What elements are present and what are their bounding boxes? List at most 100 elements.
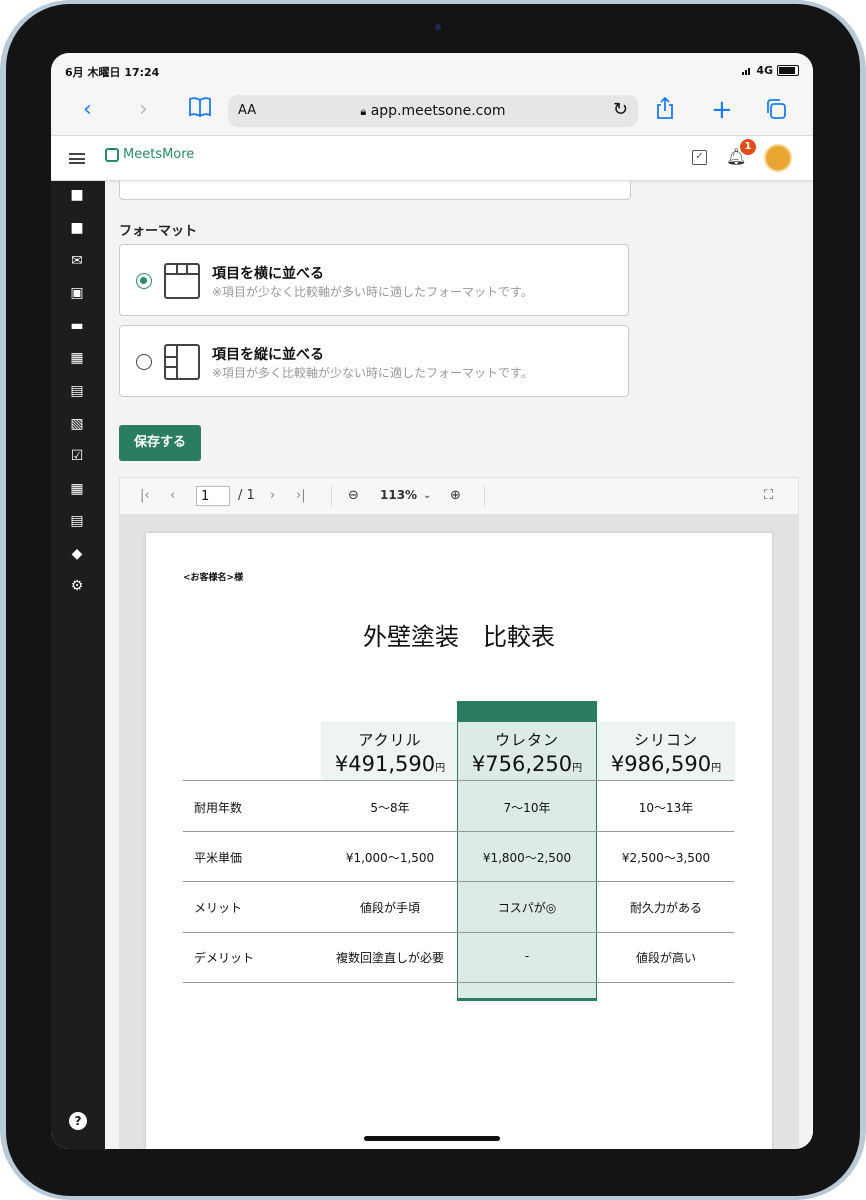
option-title: 項目を横に並べる xyxy=(212,266,324,282)
row-label: 平米単価 xyxy=(194,851,243,865)
page-input[interactable]: 1 xyxy=(196,486,230,506)
app-logo[interactable]: MeetsMore xyxy=(105,147,194,162)
lock-icon: 🔒︎ xyxy=(360,105,367,118)
truck-icon[interactable]: ▬ xyxy=(68,318,86,334)
screen: 6月 木曜日 17:24 4G ‹ › AA 🔒︎ app.meetsone.c… xyxy=(51,53,813,1149)
bookmarks-icon[interactable] xyxy=(188,96,212,125)
row-label: メリット xyxy=(194,901,243,915)
browser-toolbar: ‹ › AA 🔒︎ app.meetsone.com ↻ + xyxy=(51,87,813,136)
zoom-in-icon[interactable]: ⊕ xyxy=(450,488,461,503)
mail-icon[interactable]: ✉ xyxy=(68,253,86,269)
row-divider xyxy=(183,780,734,781)
zoom-out-icon[interactable]: ⊖ xyxy=(348,488,359,503)
boxes-icon[interactable]: ▤ xyxy=(68,383,86,399)
chevron-down-icon[interactable]: ⌄ xyxy=(423,490,431,501)
column-header: ウレタン ¥756,250円 xyxy=(471,731,583,776)
volume-button xyxy=(860,152,865,192)
reload-icon[interactable]: ↻ xyxy=(613,99,628,120)
table-cell: - xyxy=(524,949,530,963)
checkbox-icon[interactable]: ☑ xyxy=(68,448,86,464)
row-divider xyxy=(183,982,734,983)
share-icon[interactable] xyxy=(655,96,675,127)
page-total: / 1 xyxy=(238,488,255,503)
pdf-viewer[interactable]: <お客様名>様 外壁塗装 比較表 アクリル ¥491,590円 ウレタン ¥75… xyxy=(119,515,799,1149)
main-content: フォーマット 項目を横に並べる ※項目が少なく比較軸が多い時に適したフォーマット… xyxy=(105,180,813,1149)
pdf-toolbar: |‹ ‹ 1 / 1 › ›| ⊖ 113% ⌄ ⊕ ⛶ xyxy=(119,477,799,515)
checklist-icon[interactable]: ▧ xyxy=(68,416,86,432)
notification-badge: 1 xyxy=(740,139,756,155)
row-label: デメリット xyxy=(194,951,255,965)
table-cell: コスパが◎ xyxy=(497,901,557,915)
option-description: ※項目が多く比較軸が少ない時に適したフォーマットです。 xyxy=(212,366,533,380)
table-cell: 値段が高い xyxy=(635,951,696,965)
status-right: 4G xyxy=(742,64,799,77)
toolbar-divider xyxy=(484,486,485,508)
option-description: ※項目が少なく比較軸が多い時に適したフォーマットです。 xyxy=(212,285,533,299)
row-divider xyxy=(183,831,734,832)
last-page-icon[interactable]: ›| xyxy=(296,488,306,503)
status-bar: 6月 木曜日 17:24 4G xyxy=(51,53,813,87)
gear-icon[interactable]: ⚙ xyxy=(68,578,86,594)
highlight-column-bar xyxy=(457,701,597,722)
table-cell: ¥2,500～3,500 xyxy=(621,851,711,865)
table-cell: 耐久力がある xyxy=(629,901,702,915)
table-cell: 7～10年 xyxy=(503,801,551,815)
first-page-icon[interactable]: |‹ xyxy=(140,488,150,503)
address-bar[interactable]: AA 🔒︎ app.meetsone.com ↻ xyxy=(228,95,638,127)
zoom-level[interactable]: 113% xyxy=(380,488,417,502)
radio-selected-icon[interactable] xyxy=(136,273,152,289)
forward-icon[interactable]: › xyxy=(139,97,148,123)
app-header: MeetsMore ✓ 🔔︎ 1 xyxy=(51,136,813,181)
table-cell: ¥1,800～2,500 xyxy=(482,851,572,865)
format-label: フォーマット xyxy=(119,224,198,239)
calculator-icon[interactable]: ▦ xyxy=(68,481,86,497)
signal-icon xyxy=(742,67,752,75)
table-cell: ¥1,000～1,500 xyxy=(345,851,435,865)
sidebar: ■ ■ ✉ ▣ ▬ ▦ ▤ ▧ ☑ ▦ ▤ ◆ ⚙ ? xyxy=(51,180,105,1149)
package-icon[interactable]: ◆ xyxy=(68,546,86,562)
status-time: 6月 木曜日 17:24 xyxy=(65,66,160,79)
ipad-frame: 6月 木曜日 17:24 4G ‹ › AA 🔒︎ app.meetsone.c… xyxy=(0,0,866,1200)
help-icon[interactable]: ? xyxy=(69,1112,87,1130)
horizontal-layout-icon xyxy=(164,263,200,299)
home-indicator[interactable] xyxy=(364,1136,500,1141)
briefcase-icon[interactable]: ■ xyxy=(68,220,86,236)
table-cell: 値段が手頃 xyxy=(359,901,420,915)
customer-name: <お客様名>様 xyxy=(183,573,244,583)
back-icon[interactable]: ‹ xyxy=(83,97,92,123)
briefcase-add-icon[interactable]: ■ xyxy=(68,187,86,203)
vertical-layout-icon xyxy=(164,344,200,380)
table-cell: 5～8年 xyxy=(370,801,410,815)
document-icon[interactable]: ▤ xyxy=(68,513,86,529)
battery-icon xyxy=(777,65,799,76)
avatar[interactable] xyxy=(764,144,792,172)
document-title: 外壁塗装 比較表 xyxy=(363,623,555,651)
row-label: 耐用年数 xyxy=(194,801,243,815)
url-text: 🔒︎ app.meetsone.com xyxy=(360,103,506,119)
cashier-icon[interactable]: ▦ xyxy=(68,350,86,366)
option-title: 項目を縦に並べる xyxy=(212,347,324,363)
format-option-vertical[interactable]: 項目を縦に並べる ※項目が多く比較軸が少ない時に適したフォーマットです。 xyxy=(119,325,629,397)
fullscreen-icon[interactable]: ⛶ xyxy=(764,488,773,503)
save-button[interactable]: 保存する xyxy=(119,425,201,461)
row-divider xyxy=(183,932,734,933)
logo-mark-icon xyxy=(105,147,119,162)
calendar-icon[interactable]: ▣ xyxy=(68,285,86,301)
row-divider xyxy=(183,881,734,882)
new-tab-icon[interactable]: + xyxy=(711,97,733,123)
prev-page-icon[interactable]: ‹ xyxy=(170,488,175,503)
task-check-icon[interactable]: ✓ xyxy=(692,150,707,165)
previous-field-card xyxy=(119,180,631,200)
tabs-icon[interactable] xyxy=(765,98,787,127)
column-header: アクリル ¥491,590円 xyxy=(334,731,446,776)
radio-unselected-icon[interactable] xyxy=(136,354,152,370)
table-cell: 複数回塗直しが必要 xyxy=(335,951,444,965)
pdf-page: <お客様名>様 外壁塗装 比較表 アクリル ¥491,590円 ウレタン ¥75… xyxy=(146,533,772,1149)
table-cell: 10～13年 xyxy=(638,801,694,815)
network-label: 4G xyxy=(756,64,773,77)
menu-icon[interactable] xyxy=(69,153,85,164)
volume-button xyxy=(860,104,865,144)
next-page-icon[interactable]: › xyxy=(270,488,275,503)
camera xyxy=(435,24,441,30)
format-option-horizontal[interactable]: 項目を横に並べる ※項目が少なく比較軸が多い時に適したフォーマットです。 xyxy=(119,244,629,316)
